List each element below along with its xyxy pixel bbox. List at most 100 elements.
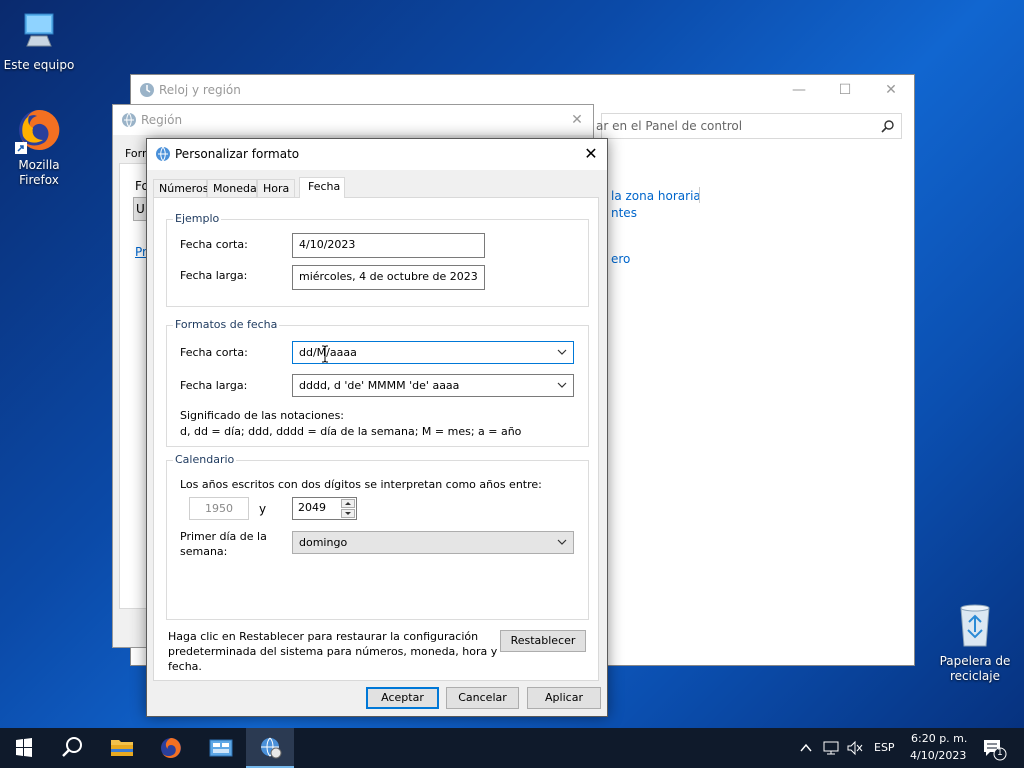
search-icon xyxy=(881,120,894,133)
link-fragment[interactable]: ntes xyxy=(611,206,637,220)
reset-text-2: predeterminada del sistema para números,… xyxy=(168,645,498,658)
taskbar-file-explorer[interactable] xyxy=(98,728,146,768)
first-day-label-2: semana: xyxy=(180,545,228,558)
notification-icon xyxy=(984,740,1007,761)
link-divider xyxy=(699,187,700,203)
desktop-icon-this-pc[interactable]: Este equipo xyxy=(1,10,77,73)
search-button[interactable] xyxy=(48,728,96,768)
and-label: y xyxy=(259,502,267,516)
example-short-date: 4/10/2023 xyxy=(292,233,485,258)
date-tab-panel: Ejemplo Fecha corta: 4/10/2023 Fecha lar… xyxy=(153,197,599,681)
firefox-icon xyxy=(161,738,181,758)
customize-format-dialog: Personalizar formato ✕ Números Moneda Ho… xyxy=(146,138,608,717)
reset-button[interactable]: Restablecer xyxy=(500,630,586,652)
recycle-bin-icon xyxy=(955,602,995,650)
folder-icon xyxy=(111,740,133,756)
start-button[interactable] xyxy=(0,728,48,768)
chevron-down-icon xyxy=(557,539,567,545)
tab-currency[interactable]: Moneda xyxy=(207,179,257,198)
region-globe-icon xyxy=(122,112,136,128)
close-button[interactable]: ✕ xyxy=(561,105,593,135)
tab-numbers[interactable]: Números xyxy=(153,179,208,198)
date-formats-group: Formatos de fecha Fecha corta: dd/M/aaaa… xyxy=(166,318,589,447)
clock-globe-icon xyxy=(140,83,154,97)
desktop-icon-label: reciclaje xyxy=(950,669,1000,683)
globe-clock-icon xyxy=(156,146,170,162)
desktop-icon-label: Este equipo xyxy=(3,58,75,72)
desktop-icon-firefox[interactable]: Mozilla Firefox xyxy=(1,106,77,188)
calendar-group: Calendario Los años escritos con dos díg… xyxy=(166,453,589,620)
year-to-value: 2049 xyxy=(298,501,326,514)
control-panel-search[interactable]: ar en el Panel de control xyxy=(596,113,902,139)
search-input-text: ar en el Panel de control xyxy=(596,119,743,133)
desktop-icon-label: Papelera de xyxy=(939,654,1011,668)
clock-time[interactable]: 6:20 p. m. xyxy=(911,732,967,745)
notification-center-button[interactable]: 1 xyxy=(976,732,1016,764)
example-group: Ejemplo Fecha corta: 4/10/2023 Fecha lar… xyxy=(166,212,589,307)
language-indicator[interactable]: ESP xyxy=(874,741,895,754)
globe-clock-icon xyxy=(261,737,282,759)
computer-icon xyxy=(21,10,57,54)
reset-text: Haga clic en Restablecer para restaurar … xyxy=(168,630,479,643)
spin-up-button[interactable] xyxy=(341,499,355,508)
date-formats-group-title: Formatos de fecha xyxy=(173,318,280,331)
apply-button[interactable]: Aplicar xyxy=(527,687,601,709)
text-cursor-icon xyxy=(322,345,328,363)
firefox-icon xyxy=(15,106,63,154)
reset-area: Haga clic en Restablecer para restaurar … xyxy=(153,624,599,681)
link-time-zone[interactable]: la zona horaria xyxy=(611,189,701,203)
chevron-up-icon[interactable] xyxy=(798,740,814,756)
control-panel-icon xyxy=(209,739,233,757)
network-icon[interactable] xyxy=(822,740,840,756)
close-button[interactable]: ✕ xyxy=(575,139,607,169)
window-title: Reloj y región xyxy=(159,83,241,97)
calendar-group-title: Calendario xyxy=(173,453,237,466)
chevron-down-icon xyxy=(557,382,567,388)
notation-text: d, dd = día; ddd, dddd = día de la seman… xyxy=(180,425,522,438)
taskbar-firefox[interactable] xyxy=(147,728,195,768)
short-format-label: Fecha corta: xyxy=(180,346,248,359)
first-day-label: Primer día de la xyxy=(180,530,267,543)
desktop-icon-recycle-bin[interactable]: Papelera de reciclaje xyxy=(937,602,1013,684)
notation-title: Significado de las notaciones: xyxy=(180,409,345,422)
two-digit-year-text: Los años escritos con dos dígitos se int… xyxy=(180,478,542,491)
year-from-field: 1950 xyxy=(189,497,249,520)
dialog-title: Personalizar formato xyxy=(175,147,300,161)
first-day-combo[interactable]: domingo xyxy=(292,531,574,554)
clock-date[interactable]: 4/10/2023 xyxy=(910,749,966,762)
short-date-format-combo[interactable]: dd/M/aaaa xyxy=(292,341,574,364)
spin-down-button[interactable] xyxy=(341,509,355,518)
dialog-titlebar: Personalizar formato xyxy=(147,139,607,170)
region-titlebar: Región xyxy=(113,105,593,135)
example-short-label: Fecha corta: xyxy=(180,238,248,251)
volume-muted-icon[interactable] xyxy=(846,740,864,756)
desktop-icon-label: Mozilla xyxy=(18,158,60,172)
ok-button[interactable]: Aceptar xyxy=(366,687,439,709)
close-button[interactable]: ✕ xyxy=(868,75,914,105)
taskbar: ESP 6:20 p. m. 4/10/2023 1 xyxy=(0,728,1024,768)
long-date-format-combo[interactable]: dddd, d 'de' MMMM 'de' aaaa xyxy=(292,374,574,397)
chevron-down-icon xyxy=(557,349,567,355)
shortcut-arrow-icon xyxy=(15,142,27,154)
reset-text-3: fecha. xyxy=(168,660,202,673)
taskbar-control-panel[interactable] xyxy=(197,728,245,768)
year-to-spinner[interactable]: 2049 xyxy=(292,497,357,520)
arrow-up-icon xyxy=(345,502,351,505)
taskbar-region[interactable] xyxy=(246,728,294,768)
cancel-button[interactable]: Cancelar xyxy=(446,687,519,709)
example-long-label: Fecha larga: xyxy=(180,269,248,282)
long-format-label: Fecha larga: xyxy=(180,379,248,392)
window-title: Región xyxy=(141,113,183,127)
tab-date[interactable]: Fecha xyxy=(299,177,345,198)
maximize-button[interactable]: ☐ xyxy=(822,75,868,105)
example-long-date: miércoles, 4 de octubre de 2023 xyxy=(292,265,485,290)
link-fragment[interactable]: ero xyxy=(611,252,630,266)
desktop-icon-label: Firefox xyxy=(19,173,59,187)
search-icon xyxy=(62,737,82,757)
arrow-down-icon xyxy=(345,512,351,515)
minimize-button[interactable]: — xyxy=(776,75,822,105)
tab-time[interactable]: Hora xyxy=(257,179,295,198)
long-date-format-value: dddd, d 'de' MMMM 'de' aaaa xyxy=(299,379,460,392)
windows-logo-icon xyxy=(16,738,32,757)
example-group-title: Ejemplo xyxy=(173,212,222,225)
